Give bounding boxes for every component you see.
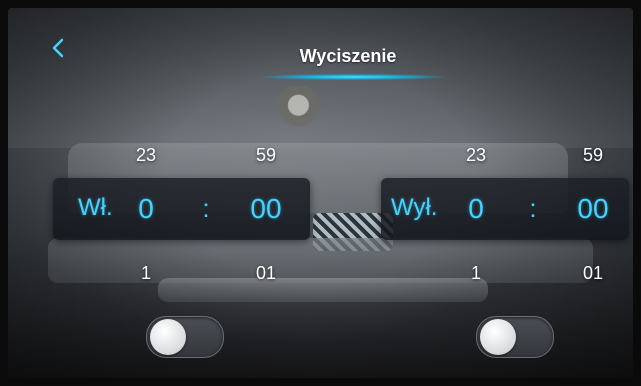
on-hours-below[interactable]: 1 <box>116 263 176 284</box>
off-hours-below[interactable]: 1 <box>446 263 506 284</box>
off-minutes-below[interactable]: 01 <box>563 263 623 284</box>
screen: Wyciszenie 23 59 1 01 23 59 1 01 Wł. 0 :… <box>8 8 633 378</box>
off-label: Wył. <box>391 194 438 221</box>
off-timer-toggle[interactable] <box>476 316 554 358</box>
on-hours-above[interactable]: 23 <box>116 145 176 166</box>
off-time-panel: Wył. 0 : 00 <box>381 178 629 240</box>
off-time-separator: : <box>529 193 537 223</box>
on-label: Wł. <box>78 194 113 221</box>
on-minutes-below[interactable]: 01 <box>236 263 296 284</box>
back-button[interactable] <box>46 36 70 60</box>
off-hours-above[interactable]: 23 <box>446 145 506 166</box>
off-timer-toggle-knob <box>480 319 516 355</box>
on-minutes-above[interactable]: 59 <box>236 145 296 166</box>
on-minutes-value[interactable]: 00 <box>236 193 296 225</box>
on-time-separator: : <box>202 193 210 223</box>
off-minutes-above[interactable]: 59 <box>563 145 623 166</box>
on-timer-toggle[interactable] <box>146 316 224 358</box>
page-title: Wyciszenie <box>299 46 397 66</box>
on-time-panel: Wł. 0 : 00 <box>53 178 310 240</box>
off-hours-value[interactable]: 0 <box>446 193 506 225</box>
off-minutes-value[interactable]: 00 <box>563 193 623 225</box>
chevron-left-icon <box>52 38 64 58</box>
title-underline <box>263 74 443 80</box>
on-hours-value[interactable]: 0 <box>116 193 176 225</box>
on-timer-toggle-knob <box>150 319 186 355</box>
